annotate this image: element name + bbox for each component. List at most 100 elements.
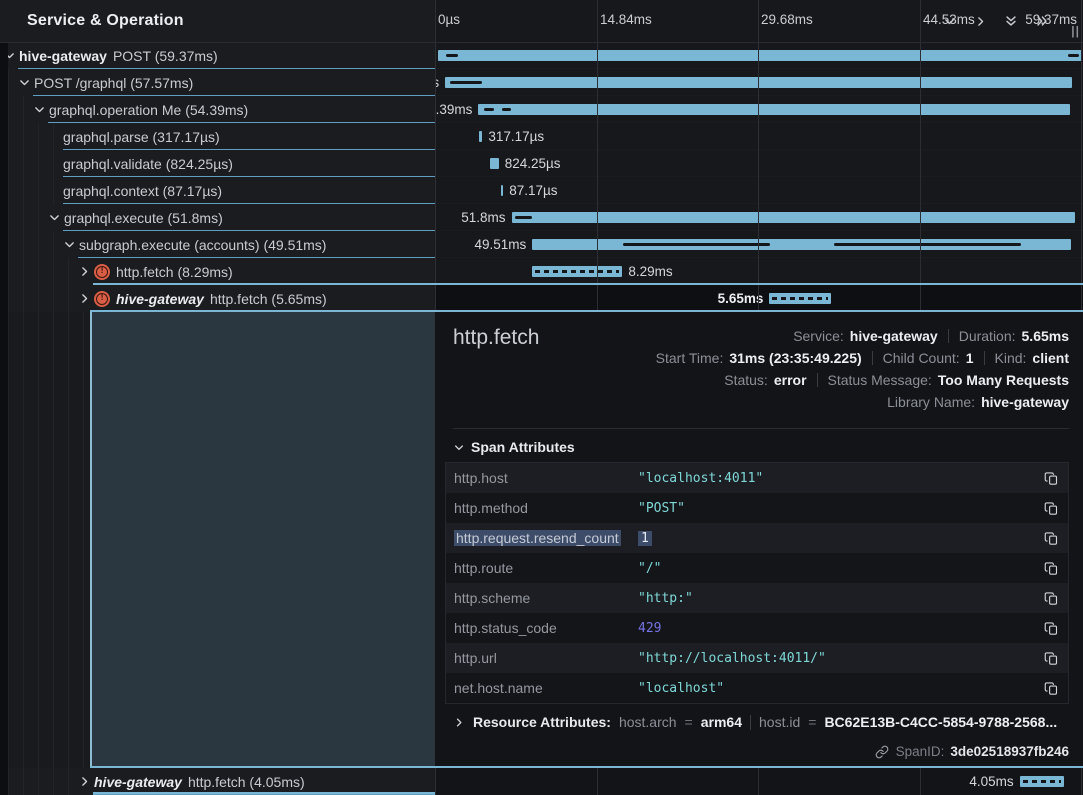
indent-guide bbox=[8, 231, 9, 258]
span-id-label: SpanID: bbox=[896, 744, 945, 759]
meta-label: Kind: bbox=[995, 350, 1027, 366]
child-span-dashes bbox=[772, 297, 827, 300]
attribute-value: "localhost" bbox=[638, 681, 1042, 696]
copy-icon[interactable] bbox=[1042, 529, 1060, 547]
attribute-row: http.host"localhost:4011" bbox=[446, 463, 1068, 493]
tree-row[interactable]: graphql.operation Me (54.39ms) bbox=[0, 96, 435, 123]
tree-row[interactable]: !hive-gatewayhttp.fetch (5.65ms) bbox=[0, 285, 435, 312]
chevron-down-icon[interactable] bbox=[18, 76, 31, 89]
timeline-row: 54.39ms bbox=[435, 96, 1083, 123]
indent-guide bbox=[83, 312, 84, 768]
chevrons-down-icon[interactable] bbox=[1004, 14, 1018, 28]
copy-icon[interactable] bbox=[1042, 589, 1060, 607]
indent-guide bbox=[8, 768, 9, 795]
span-meta-line: Status:errorStatus Message:Too Many Requ… bbox=[724, 369, 1069, 391]
span-operation-label: graphql.context (87.17µs) bbox=[63, 183, 222, 199]
span-duration-label: 5.65ms bbox=[718, 285, 764, 312]
indent-guide bbox=[38, 150, 39, 177]
span-attributes-header[interactable]: Span Attributes bbox=[453, 439, 575, 455]
resource-key: host.arch bbox=[619, 714, 677, 730]
tree-row[interactable]: graphql.execute (51.8ms) bbox=[0, 204, 435, 231]
attribute-value: 1 bbox=[638, 531, 1042, 546]
indent-guide bbox=[8, 177, 9, 204]
timeline-row: 51.8ms bbox=[435, 204, 1083, 231]
tree-row[interactable]: graphql.context (87.17µs) bbox=[0, 177, 435, 204]
service-name: hive-gateway bbox=[94, 774, 182, 790]
timeline-span-bar[interactable] bbox=[532, 266, 622, 277]
chevrons-right-icon[interactable] bbox=[1035, 14, 1049, 28]
child-span-dashes bbox=[1023, 780, 1061, 783]
meta-value: 31ms (23:35:49.225) bbox=[729, 350, 861, 366]
chevron-down-icon[interactable] bbox=[48, 211, 61, 224]
indent-guide bbox=[53, 177, 54, 204]
meta-divider bbox=[817, 373, 818, 387]
timeline-span-bar[interactable] bbox=[1020, 776, 1064, 787]
attribute-key: http.status_code bbox=[454, 620, 638, 636]
timeline-span-bar[interactable] bbox=[490, 158, 499, 169]
span-operation-label: graphql.validate (824.25µs) bbox=[63, 156, 233, 172]
indent-guide bbox=[68, 312, 69, 768]
span-duration-label: 49.51ms bbox=[474, 231, 526, 258]
chevron-down-icon[interactable] bbox=[33, 103, 46, 116]
chevron-right-icon[interactable] bbox=[78, 775, 91, 788]
tree-row[interactable]: hive-gatewayPOST (59.37ms) bbox=[0, 42, 435, 69]
left-panel-title: Service & Operation bbox=[0, 12, 184, 30]
timeline-row: 57.57ms bbox=[435, 69, 1083, 96]
tree-row[interactable]: subgraph.execute (accounts) (49.51ms) bbox=[0, 231, 435, 258]
span-attributes-table: http.host"localhost:4011"http.method"POS… bbox=[445, 462, 1069, 704]
tree-row[interactable]: graphql.parse (317.17µs) bbox=[0, 123, 435, 150]
attribute-key: http.method bbox=[454, 500, 638, 516]
chevron-right-icon[interactable] bbox=[78, 292, 91, 305]
tree-row[interactable]: hive-gatewayhttp.fetch (4.05ms) bbox=[0, 768, 435, 795]
indent-guide bbox=[38, 204, 39, 231]
tree-left-strip bbox=[0, 42, 8, 795]
chevron-right-icon[interactable] bbox=[973, 14, 987, 28]
copy-icon[interactable] bbox=[1042, 559, 1060, 577]
attribute-row: http.url"http://localhost:4011/" bbox=[446, 643, 1068, 673]
span-duration-label: 51.8ms bbox=[461, 204, 505, 231]
indent-guide bbox=[8, 123, 9, 150]
copy-icon[interactable] bbox=[1042, 499, 1060, 517]
chevron-down-icon[interactable] bbox=[942, 14, 956, 28]
copy-icon[interactable] bbox=[1042, 649, 1060, 667]
timeline-span-bar[interactable] bbox=[478, 104, 1070, 115]
attribute-value: "http:" bbox=[638, 591, 1042, 606]
span-operation-label: graphql.operation Me (54.39ms) bbox=[49, 102, 248, 118]
meta-divider bbox=[872, 351, 873, 365]
attribute-key: http.url bbox=[454, 650, 638, 666]
timeline-span-bar[interactable] bbox=[532, 239, 1071, 250]
chevron-down-icon[interactable] bbox=[63, 238, 76, 251]
indent-guide bbox=[23, 96, 24, 123]
selection-border bbox=[93, 283, 1083, 285]
copy-icon[interactable] bbox=[1042, 619, 1060, 637]
meta-label: Duration: bbox=[959, 328, 1016, 344]
timeline-row: 8.29ms bbox=[435, 258, 1083, 285]
indent-guide bbox=[38, 123, 39, 150]
meta-value: hive-gateway bbox=[850, 328, 938, 344]
resource-attributes-row[interactable]: Resource Attributes: host.arch=arm64host… bbox=[453, 714, 1057, 730]
span-id-value: 3de02518937fb246 bbox=[950, 744, 1069, 759]
indent-guide bbox=[23, 177, 24, 204]
timeline-span-bar[interactable] bbox=[769, 293, 830, 304]
tree-row[interactable]: POST /graphql (57.57ms) bbox=[0, 69, 435, 96]
chevron-right-icon[interactable] bbox=[78, 265, 91, 278]
timeline-span-bar[interactable] bbox=[438, 50, 1082, 61]
tree-row[interactable]: !http.fetch (8.29ms) bbox=[0, 258, 435, 285]
indent-guide bbox=[8, 96, 9, 123]
meta-value: 5.65ms bbox=[1022, 328, 1069, 344]
error-icon: ! bbox=[94, 291, 110, 307]
indent-guide bbox=[53, 768, 54, 795]
copy-icon[interactable] bbox=[1042, 679, 1060, 697]
copy-icon[interactable] bbox=[1042, 469, 1060, 487]
child-span-mark bbox=[484, 108, 494, 111]
timeline-span-bar[interactable] bbox=[501, 185, 503, 196]
link-icon[interactable] bbox=[875, 744, 890, 759]
attribute-row: http.route"/" bbox=[446, 553, 1068, 583]
panel-resize-handle[interactable]: || bbox=[1071, 24, 1080, 38]
span-attributes-title: Span Attributes bbox=[471, 439, 575, 455]
timeline-span-bar[interactable] bbox=[479, 131, 482, 142]
indent-guide bbox=[8, 258, 9, 285]
service-name: hive-gateway bbox=[19, 48, 107, 64]
tree-row[interactable]: graphql.validate (824.25µs) bbox=[0, 150, 435, 177]
child-span-mark bbox=[834, 243, 1021, 246]
